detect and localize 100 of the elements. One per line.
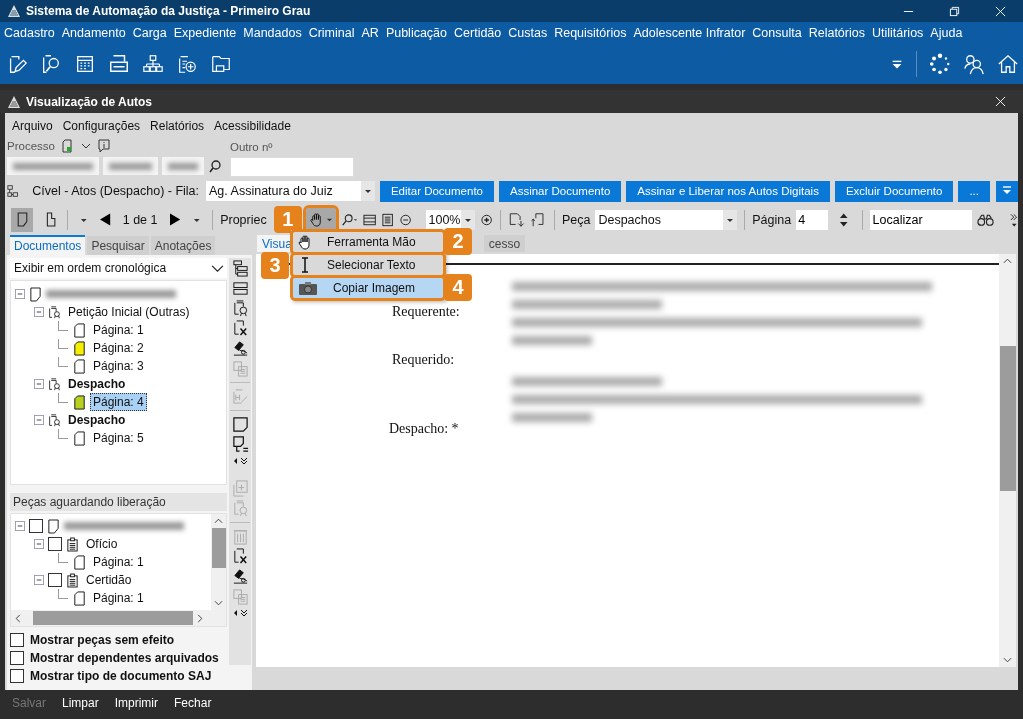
tree-item[interactable]: Página: 5 xyxy=(90,429,147,447)
document-tab[interactable]: cesso xyxy=(483,235,526,252)
checkbox[interactable] xyxy=(48,573,62,587)
fit-width-icon[interactable] xyxy=(362,212,376,227)
judge-icon[interactable] xyxy=(231,568,249,585)
scrollbar[interactable] xyxy=(999,254,1016,667)
add-document-icon[interactable] xyxy=(176,53,198,75)
tree-item[interactable]: Página: 1 xyxy=(90,321,147,339)
zoom-icon[interactable] xyxy=(340,211,358,228)
hand-tool-button[interactable] xyxy=(305,207,336,232)
menu-item[interactable]: Certidão xyxy=(454,26,502,40)
option-label[interactable]: Mostrar peças sem efeito xyxy=(30,633,175,647)
export-page-icon[interactable] xyxy=(507,211,525,228)
action-button[interactable]: Excluir Documento xyxy=(834,180,954,202)
panel-tab[interactable]: Pesquisar xyxy=(87,236,149,255)
import-page-icon[interactable] xyxy=(529,211,547,228)
folder-icon[interactable] xyxy=(210,53,232,75)
zoom-in-icon[interactable] xyxy=(479,212,493,227)
menu-item[interactable]: Configurações xyxy=(62,119,141,137)
menu-item[interactable]: Publicação xyxy=(385,26,448,40)
menu-item[interactable]: Andamento xyxy=(61,26,126,40)
menu-item[interactable]: Adolescente Infrator xyxy=(633,26,746,40)
layout-icon[interactable] xyxy=(231,280,249,297)
next-icon[interactable] xyxy=(168,212,183,227)
remove-icon[interactable] xyxy=(231,548,249,565)
checkbox[interactable] xyxy=(10,633,24,647)
page-field[interactable]: 4 xyxy=(796,209,829,230)
menu-item[interactable]: Utilitários xyxy=(871,26,924,40)
zoom-out-icon[interactable] xyxy=(399,212,413,227)
previous-icon[interactable] xyxy=(97,212,112,227)
scroll-thumb[interactable] xyxy=(211,528,226,568)
queue-select[interactable]: Ag. Assinatura do Juiz xyxy=(206,181,375,201)
home-icon[interactable] xyxy=(997,53,1019,75)
scroll-down-icon[interactable] xyxy=(1003,657,1012,663)
panel-tab[interactable]: Anotações xyxy=(150,236,216,255)
tree-item[interactable]: Ofício xyxy=(83,535,121,553)
tree-item[interactable]: Página: 1 xyxy=(90,553,147,571)
workflow-icon[interactable] xyxy=(7,184,20,198)
certificate-icon[interactable] xyxy=(231,300,249,317)
scrollbar[interactable] xyxy=(211,514,226,610)
action-button[interactable]: Assinar Documento xyxy=(499,180,622,202)
more-tools-icon[interactable] xyxy=(232,456,248,466)
menu-item[interactable]: Acessibilidade xyxy=(214,119,291,137)
menu-item[interactable]: Cadastro xyxy=(4,26,55,40)
piece-select[interactable]: Despachos xyxy=(595,209,738,230)
expander-icon[interactable] xyxy=(15,521,25,531)
loading-icon[interactable] xyxy=(929,53,951,75)
expander-icon[interactable] xyxy=(34,415,44,425)
scroll-thumb[interactable] xyxy=(33,611,193,625)
checkbox[interactable] xyxy=(10,669,24,683)
calendar-icon[interactable] xyxy=(74,53,96,75)
fit-page-icon[interactable] xyxy=(381,212,395,227)
tree-item[interactable]: Página: 3 xyxy=(90,357,147,375)
page-view-button[interactable] xyxy=(11,207,33,232)
action-button[interactable]: ... xyxy=(958,180,990,202)
more-tools-icon[interactable] xyxy=(232,608,248,618)
note-icon[interactable] xyxy=(231,416,249,433)
menu-item[interactable]: Criminal xyxy=(308,26,355,40)
checkbox[interactable] xyxy=(29,519,43,533)
zoom-select[interactable]: 100% xyxy=(425,209,475,230)
menu-item[interactable]: Arquivo xyxy=(12,119,53,137)
footer-button[interactable]: Imprimir xyxy=(114,695,159,710)
expander-icon[interactable] xyxy=(34,575,44,585)
hierarchy-icon[interactable] xyxy=(142,53,164,75)
menu-item[interactable]: Carga xyxy=(132,26,167,40)
menu-item[interactable]: Consulta xyxy=(752,26,802,40)
tree-item[interactable]: Petição Inicial (Outras) xyxy=(65,303,193,321)
option-label[interactable]: Mostrar dependentes arquivados xyxy=(30,651,219,665)
menu-item[interactable]: Relatórios xyxy=(808,26,865,40)
overflow-icon[interactable] xyxy=(1008,211,1019,228)
scroll-up-icon[interactable] xyxy=(214,518,223,524)
users-icon[interactable] xyxy=(963,53,985,75)
chevron-icon[interactable] xyxy=(80,141,91,151)
scroll-thumb[interactable] xyxy=(999,346,1016,491)
menu-item[interactable]: Mandados xyxy=(243,26,302,40)
tree-item[interactable]: Despacho xyxy=(65,375,129,393)
menu-item[interactable]: Relatórios xyxy=(150,119,205,137)
tree-item[interactable]: Despacho xyxy=(65,411,129,429)
expander-icon[interactable] xyxy=(34,307,44,317)
tree-item[interactable]: Página: 4 xyxy=(90,393,147,411)
info-icon[interactable] xyxy=(96,139,111,153)
search-document-icon[interactable] xyxy=(40,53,62,75)
tree-item[interactable]: Página: 2 xyxy=(90,339,147,357)
footer-button[interactable]: Limpar xyxy=(62,695,99,710)
search-icon[interactable] xyxy=(208,159,222,173)
note-list-icon[interactable] xyxy=(231,436,249,453)
footer-button[interactable]: Fechar xyxy=(174,695,212,710)
action-button[interactable]: Editar Documento xyxy=(379,180,494,202)
tree-icon[interactable] xyxy=(231,260,249,277)
panel-tab[interactable]: Documentos xyxy=(10,235,86,255)
checkbox[interactable] xyxy=(10,651,24,665)
scroll-up-icon[interactable] xyxy=(1003,258,1012,264)
tree-item[interactable]: Página: 1 xyxy=(90,589,147,607)
search-field[interactable]: Localizar xyxy=(869,209,972,230)
properties-button[interactable]: Propriec xyxy=(220,212,267,227)
printer-icon[interactable] xyxy=(108,53,130,75)
document-icon[interactable] xyxy=(60,139,75,153)
collapse-button[interactable] xyxy=(996,180,1018,202)
checkbox[interactable] xyxy=(48,537,62,551)
action-button[interactable]: Assinar e Liberar nos Autos Digitais xyxy=(626,180,830,202)
